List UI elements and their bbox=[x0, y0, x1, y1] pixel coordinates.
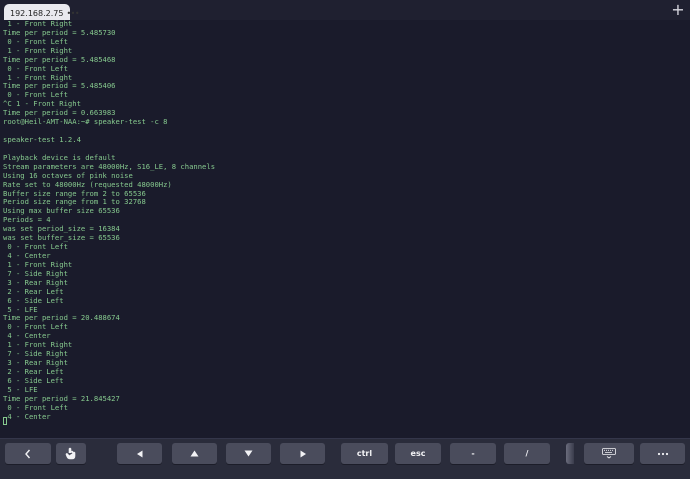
esc-key[interactable]: esc bbox=[395, 443, 441, 464]
tab-more-icon[interactable]: ••• bbox=[66, 9, 79, 18]
ctrl-key-label: ctrl bbox=[356, 449, 373, 458]
terminal-output[interactable]: 1 - Front Right Time per period = 5.48573… bbox=[0, 20, 690, 438]
triangle-right-icon bbox=[300, 450, 306, 457]
toolbar-scroll-handle[interactable] bbox=[566, 443, 574, 464]
new-tab-plus-icon[interactable]: + bbox=[670, 2, 686, 19]
more-key[interactable] bbox=[640, 443, 685, 464]
slash-key-label: / bbox=[525, 449, 529, 458]
terminal-cursor bbox=[3, 417, 7, 425]
terminal-line: root@Heil-AMT-NAA:~# speaker-test -c 8 bbox=[3, 117, 168, 127]
chevron-left-icon bbox=[25, 449, 31, 458]
tab-title: 192.168.2.75 bbox=[10, 8, 64, 18]
triangle-up-icon bbox=[190, 450, 199, 457]
terminal-line: 4 - Center bbox=[3, 411, 51, 421]
triangle-left-icon bbox=[136, 450, 142, 457]
dash-key[interactable]: - bbox=[450, 443, 496, 464]
ctrl-key[interactable]: ctrl bbox=[341, 443, 388, 464]
terminal-lines: 1 - Front Right Time per period = 5.48573… bbox=[3, 20, 215, 421]
arrow-down-key[interactable] bbox=[226, 443, 271, 464]
slash-key[interactable]: / bbox=[504, 443, 550, 464]
touch-key[interactable] bbox=[56, 443, 86, 464]
back-key[interactable] bbox=[5, 443, 51, 464]
terminal-line: speaker-test 1.2.4 bbox=[3, 134, 81, 144]
keyboard-toggle-key[interactable] bbox=[584, 443, 634, 464]
esc-key-label: esc bbox=[410, 449, 426, 458]
triangle-down-icon bbox=[244, 450, 253, 457]
arrow-up-key[interactable] bbox=[172, 443, 217, 464]
keyboard-icon bbox=[602, 448, 616, 459]
keyboard-toolbar: ctrl esc - / bbox=[0, 438, 690, 479]
hand-pointer-icon bbox=[65, 447, 76, 460]
tab-bar: 192.168.2.75 ••• + bbox=[0, 0, 690, 22]
more-dots-icon bbox=[657, 452, 668, 455]
dash-key-label: - bbox=[471, 449, 475, 458]
arrow-left-key[interactable] bbox=[117, 443, 162, 464]
arrow-right-key[interactable] bbox=[280, 443, 325, 464]
